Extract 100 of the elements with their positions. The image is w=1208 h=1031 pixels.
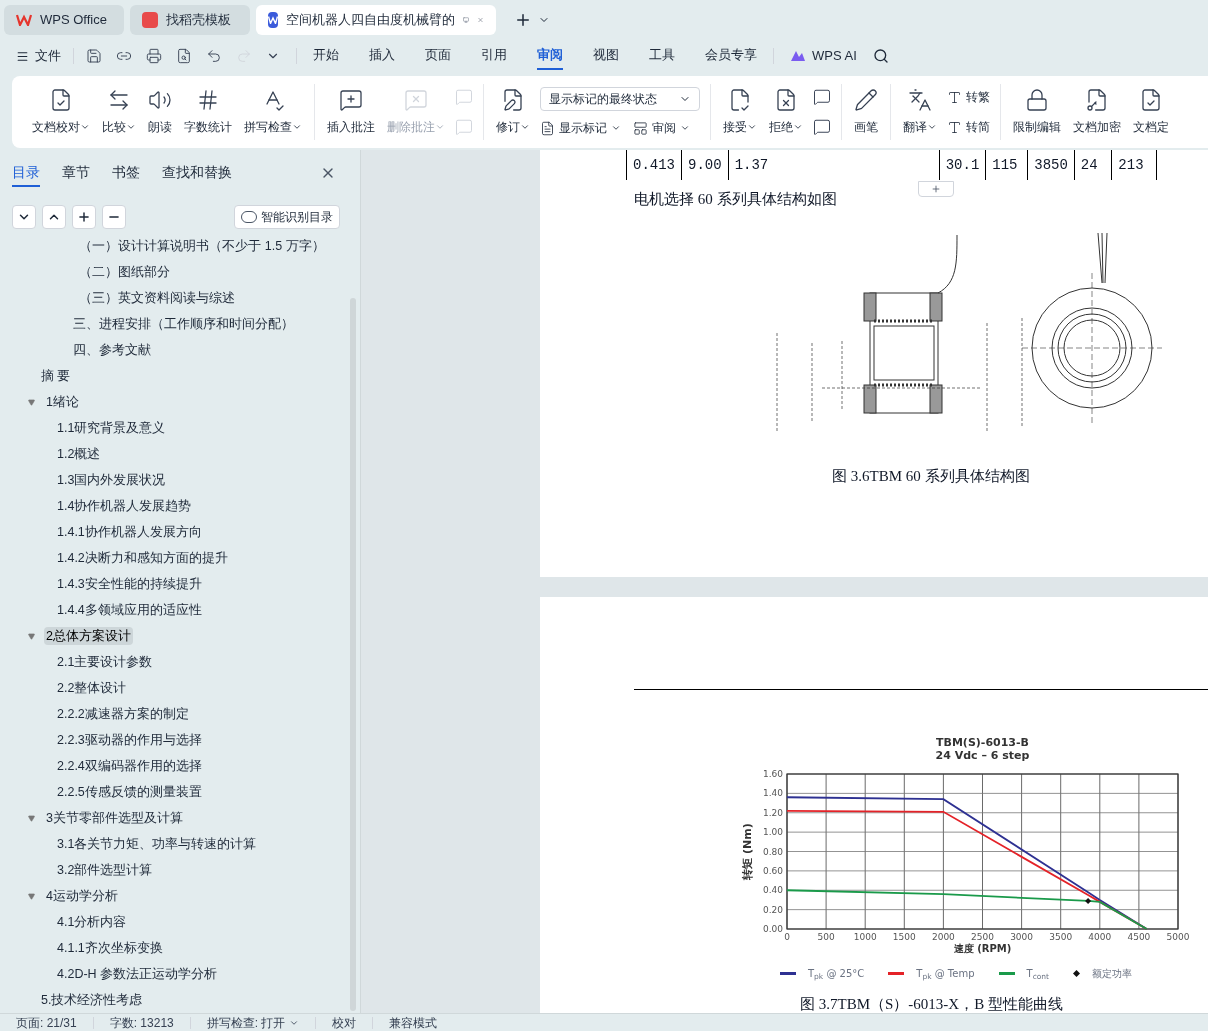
outline-item[interactable]: 1.4.3安全性能的持续提升 [55, 574, 204, 594]
status-item: 兼容模式 [389, 1014, 438, 1031]
document-tab[interactable]: 找稻壳模板 [130, 5, 250, 35]
document-tab[interactable]: 空间机器人四自由度机械臂的 [256, 5, 496, 35]
outline-item[interactable]: （三）英文资料阅读与综述 [77, 288, 238, 308]
outline-item[interactable]: 摘 要 [39, 366, 73, 386]
ribbon-button[interactable]: 翻译 [899, 84, 941, 140]
sidebar-tab[interactable]: 章节 [62, 159, 90, 187]
outline-item[interactable]: 3.1各关节力矩、功率与转速的计算 [55, 834, 259, 854]
ribbon-tab[interactable]: 页面 [425, 42, 451, 70]
sidebar-tab[interactable]: 书签 [112, 159, 140, 187]
document-check-icon [1139, 88, 1163, 112]
outline-item[interactable]: 1.3国内外发展状况 [55, 470, 168, 490]
outline-item[interactable]: 1.4.2决断力和感知方面的提升 [55, 548, 230, 568]
ribbon-button[interactable]: 限制编辑 [1009, 84, 1065, 140]
ribbon-button[interactable]: 画笔 [850, 84, 882, 140]
ai-button[interactable]: WPS AI [790, 46, 857, 66]
outline-item[interactable]: 2.1主要设计参数 [55, 652, 155, 672]
print-icon[interactable] [146, 48, 162, 64]
ribbon-tab[interactable]: 视图 [593, 42, 619, 70]
outline-item[interactable]: 2.2.4双编码器作用的选择 [55, 756, 204, 776]
ribbon-tab[interactable]: 审阅 [537, 42, 563, 70]
outline-item[interactable]: 4.2D-H 参数法正运动学分析 [55, 964, 220, 984]
outline-item[interactable]: 2.2.3驱动器的作用与选择 [55, 730, 204, 750]
ribbon-tab[interactable]: 开始 [313, 42, 339, 70]
promote-button[interactable] [72, 205, 96, 229]
document-tab[interactable]: WPS Office [4, 5, 124, 35]
ribbon-button[interactable]: 插入批注 [323, 84, 379, 140]
expand-triangle-icon[interactable] [28, 398, 35, 406]
outline-item[interactable]: 1.4协作机器人发展趋势 [55, 496, 194, 516]
figure-caption: 图 3.7TBM（S）-6013-X，B 型性能曲线 [800, 995, 1063, 1013]
ribbon-button[interactable]: 朗读 [144, 84, 176, 140]
outline-item[interactable]: 4.1分析内容 [55, 912, 129, 932]
outline-item[interactable]: 3关节零部件选型及计算 [44, 808, 185, 828]
sidebar-tab[interactable]: 查找和替换 [162, 159, 232, 187]
ribbon-button[interactable]: 拒绝 [765, 84, 807, 140]
ribbon-button[interactable]: 拼写检查 [240, 84, 306, 140]
ribbon-button[interactable]: 修订 [492, 84, 534, 140]
demote-button[interactable] [102, 205, 126, 229]
print-preview-icon[interactable] [176, 48, 192, 64]
next-comment-button[interactable] [813, 118, 831, 136]
outline-item[interactable]: 2.2整体设计 [55, 678, 129, 698]
ribbon-button[interactable]: 比较 [98, 84, 140, 140]
outline-item[interactable]: 1.4.4多领域应用的适应性 [55, 600, 204, 620]
expand-button[interactable] [12, 205, 36, 229]
y-axis-title: 转矩 (Nm) [741, 823, 754, 880]
new-tab-icon[interactable] [514, 11, 532, 29]
outline-item[interactable]: 1.4.1协作机器人发展方向 [55, 522, 204, 542]
outline-item[interactable]: （二）图纸部分 [77, 262, 173, 282]
outline-item[interactable]: 2.2.5传感反馈的测量装置 [55, 782, 204, 802]
save-icon[interactable] [86, 48, 102, 64]
search-icon[interactable] [872, 48, 889, 64]
ribbon-tab[interactable]: 插入 [369, 42, 395, 70]
markup-select[interactable]: 显示标记的最终状态 [540, 87, 700, 111]
ribbon-button[interactable]: 文档校对 [28, 84, 94, 140]
document-edit-icon [501, 88, 525, 112]
plus-icon [931, 184, 941, 194]
comment-add-icon [339, 88, 363, 112]
outline-item[interactable]: 三、进程安排（工作顺序和时间分配） [71, 314, 296, 334]
reject-document-icon [774, 88, 798, 112]
ribbon-tab[interactable]: 引用 [481, 42, 507, 70]
previous-comment-button[interactable] [813, 88, 831, 106]
ribbon-small-button[interactable]: 转繁 [947, 88, 990, 106]
undo-icon[interactable] [206, 48, 222, 64]
status-item[interactable]: 拼写检查: 打开 [206, 1013, 300, 1031]
ribbon-button[interactable]: 字数统计 [180, 84, 236, 140]
outline-item[interactable]: 1.1研究背景及意义 [55, 418, 168, 438]
sidebar-tab[interactable]: 目录 [12, 159, 40, 187]
ribbon-small-button[interactable]: 显示标记 [540, 119, 621, 137]
caret-icon [611, 123, 621, 133]
outline-item[interactable]: 2.2.2减速器方案的制定 [55, 704, 191, 724]
ribbon-small-button[interactable]: 审阅 [633, 119, 690, 137]
outline-item[interactable]: 四、参考文献 [71, 340, 153, 360]
outline-item[interactable]: 4运动学分析 [44, 886, 120, 906]
comment-icon [813, 118, 831, 136]
ribbon-small-button[interactable]: 转简 [947, 118, 990, 136]
outline-item[interactable]: 5.技术经济性考虑 [39, 990, 145, 1010]
outline-item[interactable]: 1绪论 [44, 392, 81, 412]
expand-triangle-icon[interactable] [28, 892, 35, 900]
smart-toc-button[interactable]: 智能识别目录 [234, 205, 340, 229]
body-text: 电机选择 60 系列具体结构如图 [634, 190, 837, 209]
ribbon-button[interactable]: 文档定 [1129, 84, 1173, 140]
caret-icon [793, 122, 803, 132]
y-tick-label: 1.60 [762, 769, 783, 779]
legend-label: T$_{pk}$ @ Temp [916, 967, 975, 981]
outline-item[interactable]: （一）设计计算说明书（不少于 1.5 万字） [77, 236, 327, 256]
x-tick-label: 1500 [892, 932, 916, 942]
outline-item[interactable]: 2总体方案设计 [44, 626, 133, 646]
x-tick-label: 2500 [971, 932, 994, 942]
ribbon-tab[interactable]: 工具 [649, 42, 675, 70]
collapse-button[interactable] [42, 205, 66, 229]
ribbon-tab[interactable]: 会员专享 [705, 42, 757, 70]
expand-triangle-icon[interactable] [28, 814, 35, 822]
file-menu[interactable]: 文件 [16, 46, 61, 66]
expand-triangle-icon[interactable] [28, 632, 35, 640]
outline-item[interactable]: 1.2概述 [55, 444, 103, 464]
outline-item[interactable]: 4.1.1齐次坐标变换 [55, 938, 165, 958]
ribbon-button[interactable]: 接受 [719, 84, 761, 140]
ribbon-button[interactable]: 文档加密 [1069, 84, 1125, 140]
outline-item[interactable]: 3.2部件选型计算 [55, 860, 155, 880]
